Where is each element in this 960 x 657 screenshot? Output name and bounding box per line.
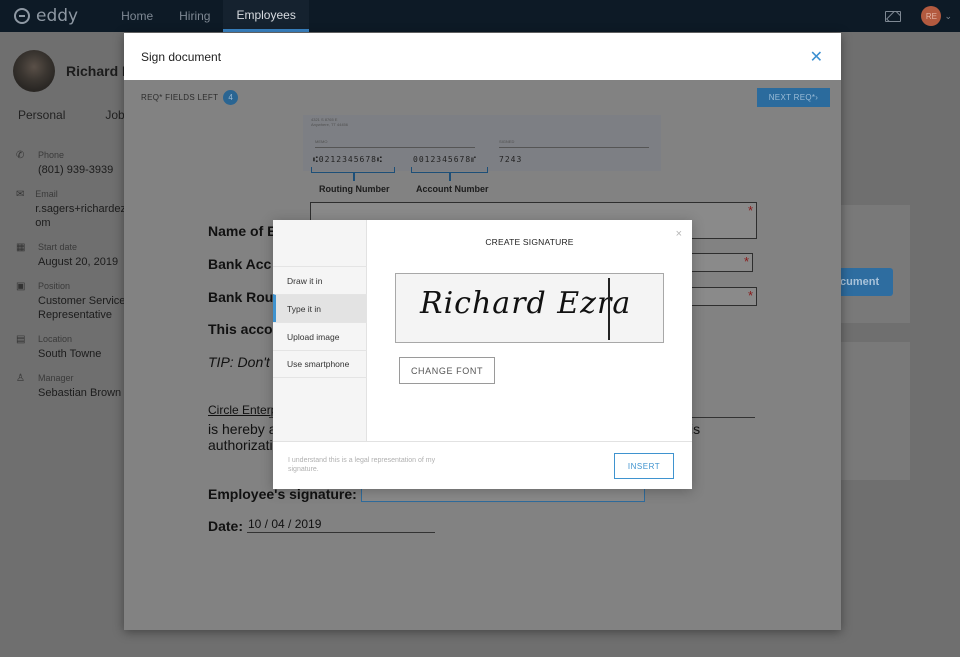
required-fields-indicator: REQ* FIELDS LEFT 4 [141, 90, 239, 105]
check-address: 4321 S 8765 E Anywhere, TT 44456 [311, 117, 348, 127]
typed-signature: Richard Ezra [420, 286, 632, 321]
change-font-button[interactable]: CHANGE FONT [399, 357, 495, 384]
info-value: Sebastian Brown [38, 387, 122, 399]
info-label: Position [38, 281, 71, 291]
next-required-button[interactable]: NEXT REQ*› [757, 88, 830, 107]
routing-number-label: Routing Number [319, 184, 390, 194]
info-location: ▤ Location South Towne [16, 334, 126, 361]
micr-check-number: 7243 [499, 155, 523, 164]
text-caret [608, 278, 610, 340]
building-icon: ▤ [16, 334, 26, 345]
insert-button[interactable]: INSERT [614, 453, 674, 479]
bank-account-label: Bank Acc [208, 256, 272, 272]
calendar-icon: ▦ [16, 242, 26, 253]
bank-routing-field[interactable]: * [689, 287, 757, 306]
info-label: Manager [38, 373, 74, 383]
eddy-logo[interactable]: eddy [14, 6, 78, 26]
info-email: ✉ Email r.sagers+richardez om [16, 189, 126, 230]
required-marker: * [743, 254, 749, 269]
info-label: Phone [38, 150, 65, 160]
mail-icon[interactable] [885, 10, 902, 22]
routing-bracket-stem [353, 173, 355, 181]
profile-name: Richard E [66, 63, 132, 79]
option-draw-it-in[interactable]: Draw it in [273, 266, 367, 294]
info-value: August 20, 2019 [38, 256, 119, 268]
bank-routing-label: Bank Rou [208, 289, 274, 305]
info-value: r.sagers+richardez om [35, 203, 126, 229]
sign-modal-title: Sign document [141, 49, 222, 64]
option-upload-image[interactable]: Upload image [273, 322, 367, 350]
option-type-it-in[interactable]: Type it in [273, 294, 367, 322]
sign-modal-header: Sign document ✕ [124, 33, 841, 80]
micr-routing: ⑆0212345678⑆ [313, 155, 383, 164]
profile-tab-job[interactable]: Job [105, 108, 124, 122]
signature-input[interactable]: Richard Ezra [395, 273, 664, 343]
date-underline [247, 532, 435, 533]
check-image: 4321 S 8765 E Anywhere, TT 44456 MEMO SI… [303, 115, 661, 171]
chevron-down-icon[interactable]: ⌄ [944, 11, 952, 22]
nav-tabs: Home Hiring Employees [108, 0, 309, 32]
signature-dialog-footer: I understand this is a legal representat… [273, 441, 692, 489]
info-start-date: ▦ Start date August 20, 2019 [16, 242, 126, 269]
legal-disclaimer: I understand this is a legal representat… [288, 457, 436, 473]
required-marker: * [747, 203, 753, 218]
nav-right: RE ⌄ [885, 0, 952, 32]
info-label: Start date [38, 242, 78, 252]
create-signature-dialog: Draw it in Type it in Upload image Use s… [273, 220, 692, 489]
document-button[interactable]: cument [838, 268, 893, 296]
authorization-text: authorizati [208, 437, 273, 453]
phone-icon: ✆ [16, 150, 25, 161]
check-memo-label: MEMO [315, 139, 328, 144]
info-phone: ✆ Phone (801) 939-3939 [16, 150, 126, 177]
close-icon[interactable]: ✕ [810, 47, 823, 67]
profile-tab-personal[interactable]: Personal [18, 108, 65, 122]
info-manager: ♙ Manager Sebastian Brown [16, 373, 126, 400]
name-of-employee-label: Name of E [208, 223, 277, 239]
nav-tab-employees[interactable]: Employees [223, 0, 309, 32]
check-memo-line [315, 147, 475, 148]
logo-text: eddy [36, 6, 79, 26]
top-navigation: eddy Home Hiring Employees RE ⌄ [0, 0, 960, 32]
hereby-text: is hereby a [208, 421, 277, 437]
info-value: (801) 939-3939 [38, 164, 114, 176]
account-bracket-stem [449, 173, 451, 181]
manager-icon: ♙ [16, 373, 25, 384]
check-address-line: Anywhere, TT 44456 [311, 122, 348, 127]
nav-tab-home[interactable]: Home [108, 0, 166, 32]
profile-tabs: Personal Job [18, 108, 125, 122]
this-account-label: This acco [208, 321, 273, 337]
create-signature-title: CREATE SIGNATURE [485, 237, 574, 247]
req-fields-label: REQ* FIELDS LEFT [141, 93, 219, 102]
info-value: South Towne [38, 348, 102, 360]
micr-account: 0012345678⑈ [413, 155, 477, 164]
tip-text: TIP: Don't [208, 354, 270, 370]
info-label: Location [38, 334, 73, 344]
email-icon: ✉ [16, 189, 25, 200]
eddy-logo-icon [14, 8, 30, 24]
date-value[interactable]: 10 / 04 / 2019 [248, 517, 321, 531]
right-panel-lower [838, 342, 910, 480]
date-label: Date: [208, 518, 244, 534]
user-avatar[interactable]: RE [921, 6, 942, 26]
profile-avatar [13, 50, 55, 92]
profile-info-list: ✆ Phone (801) 939-3939 ✉ Email r.sagers+… [16, 150, 126, 412]
signature-method-sidebar: Draw it in Type it in Upload image Use s… [273, 220, 367, 441]
info-position: ▣ Position Customer Service Representati… [16, 281, 126, 322]
req-fields-count-badge: 4 [223, 90, 239, 105]
check-signed-line [499, 147, 649, 148]
close-icon[interactable]: × [676, 228, 682, 240]
required-marker: * [747, 288, 753, 303]
nav-tab-hiring[interactable]: Hiring [166, 0, 223, 32]
bank-account-field[interactable]: * [689, 253, 753, 272]
account-number-label: Account Number [416, 184, 489, 194]
option-use-smartphone[interactable]: Use smartphone [273, 350, 367, 378]
company-name: Circle Enterp [208, 403, 278, 417]
right-panel [838, 205, 910, 323]
info-label: Email [35, 189, 58, 199]
briefcase-icon: ▣ [16, 281, 26, 292]
info-value: Customer Service Representative [38, 295, 126, 321]
check-signed-label: SIGNED [499, 139, 515, 144]
